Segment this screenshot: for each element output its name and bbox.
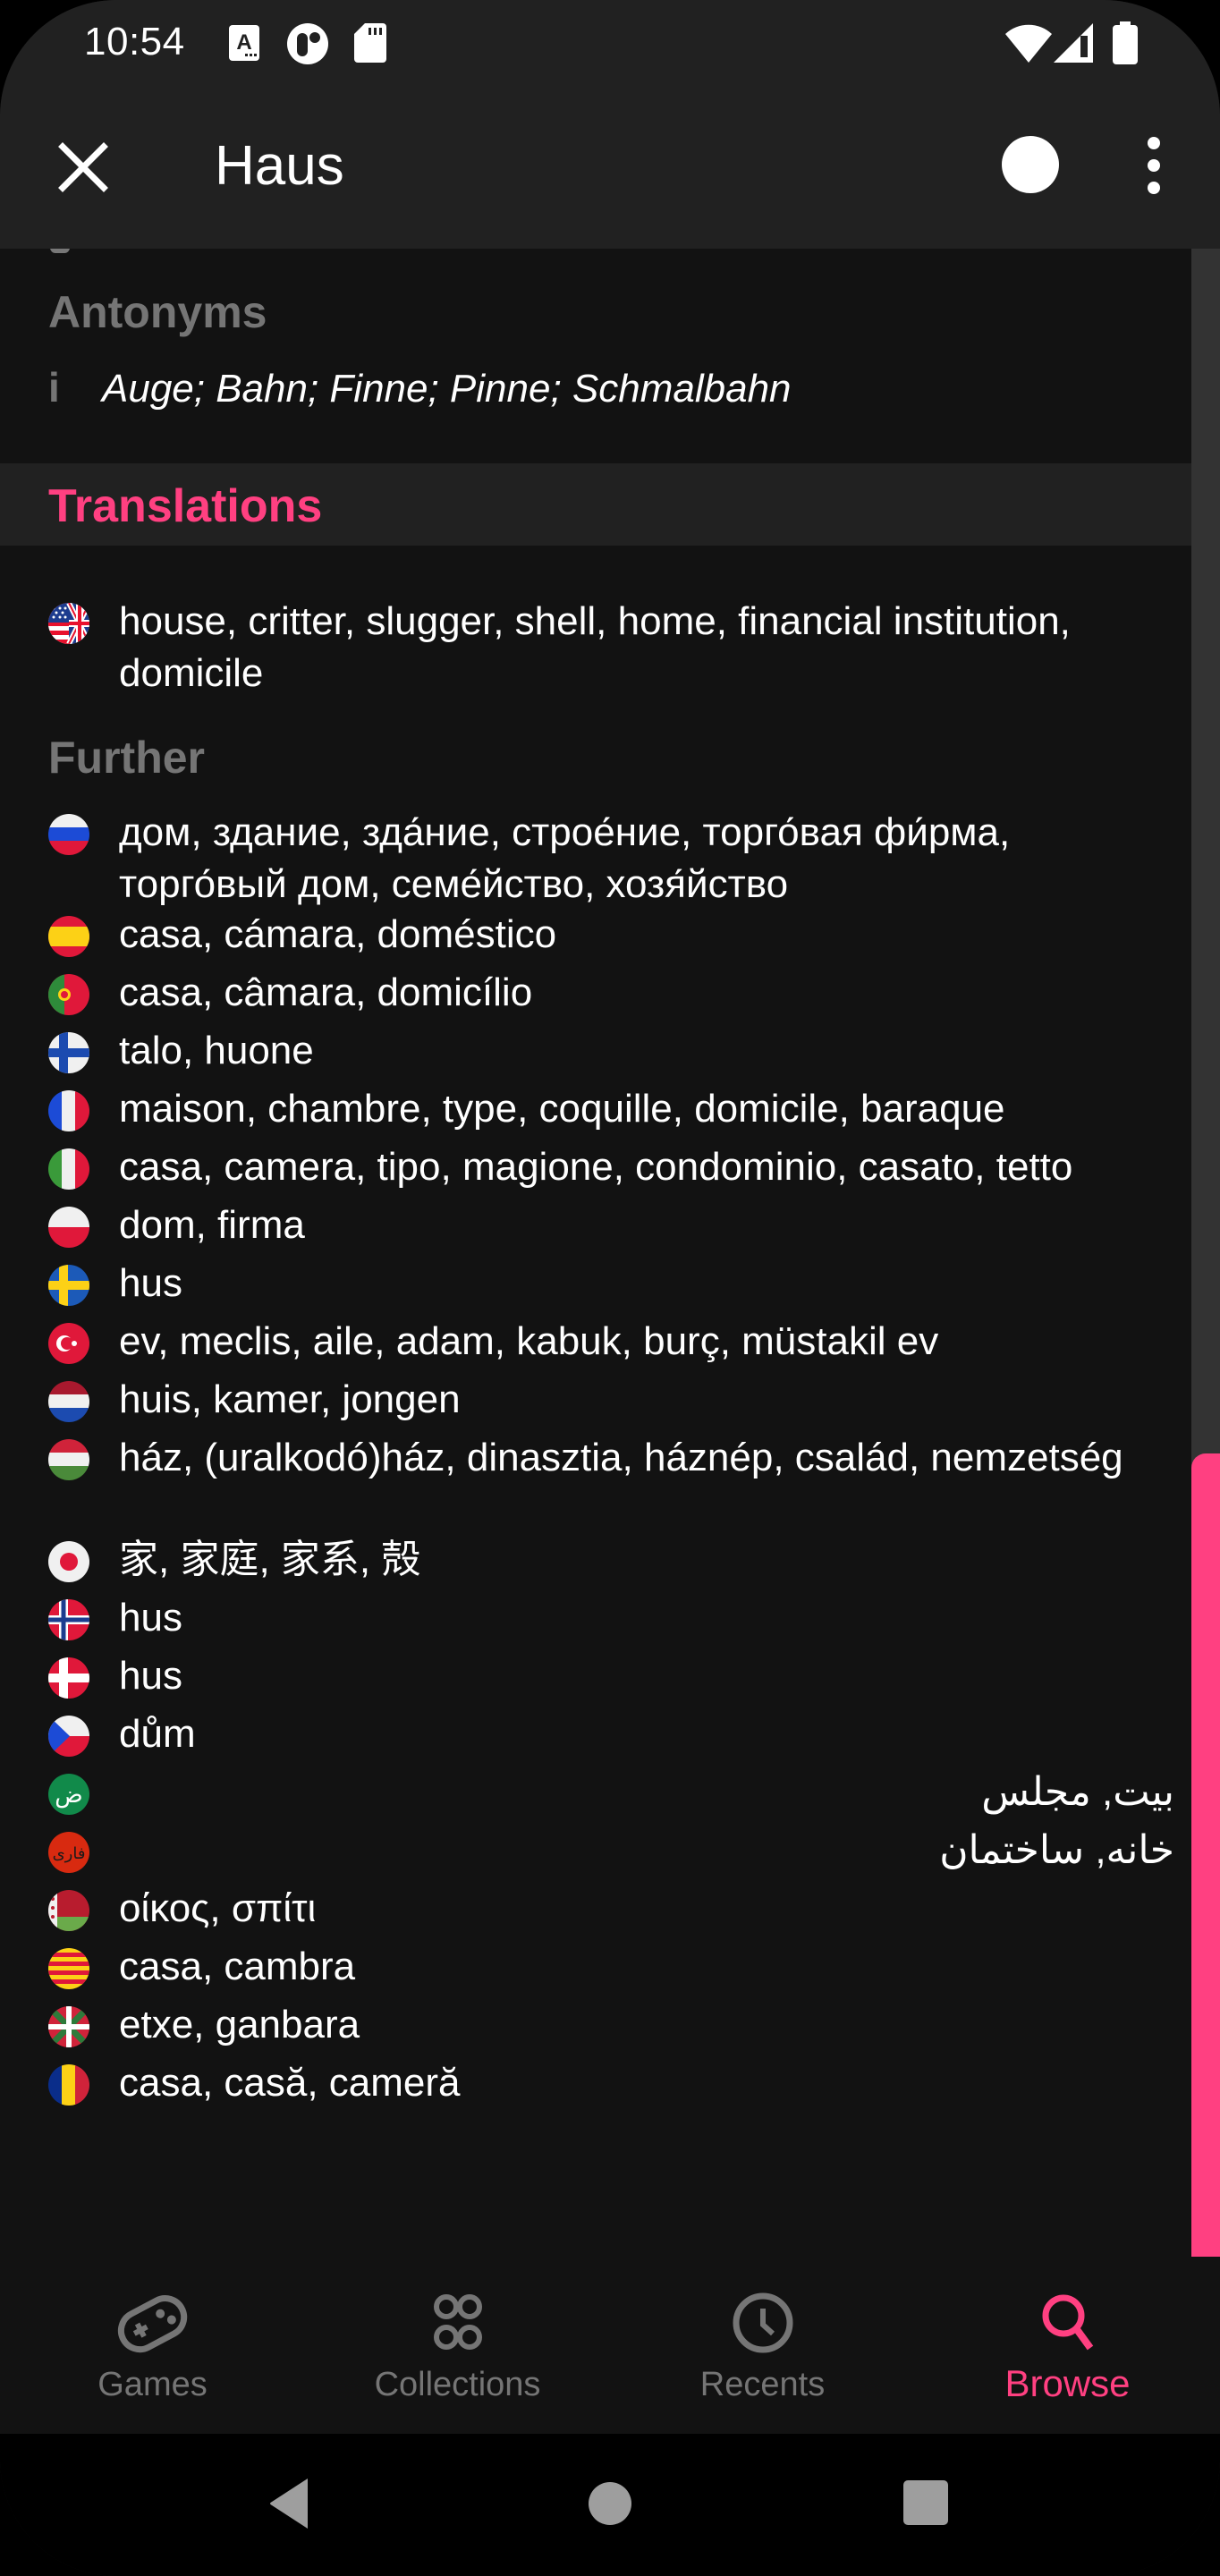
translation-text: casa, câmara, domicílio	[119, 970, 533, 1014]
flag-tr-icon	[48, 1323, 89, 1364]
scrollbar-thumb[interactable]	[1191, 1453, 1220, 2257]
flag-hu-icon	[48, 1439, 89, 1480]
translation-text: hus	[119, 1261, 182, 1305]
bottom-navigation: Games Collections Recents Browse	[0, 2257, 1220, 2434]
search-icon	[1042, 2294, 1093, 2351]
app-bar: Haus	[0, 89, 1220, 249]
flag-jp-icon	[48, 1541, 89, 1582]
translation-text: casa, camera, tipo, magione, condominio,…	[119, 1145, 1073, 1189]
nav-recents[interactable]: Recents	[610, 2257, 915, 2434]
flag-ru-icon	[48, 814, 89, 855]
translation-text: ev, meclis, aile, adam, kabuk, burç, müs…	[119, 1319, 939, 1363]
flag-pl-icon	[48, 1207, 89, 1248]
translations-header: Translations	[0, 463, 1191, 546]
home-icon[interactable]	[583, 2477, 637, 2530]
word-detail-content[interactable]: Antonyms i Auge; Bahn; Finne; Pinne; Schm…	[0, 249, 1191, 2257]
system-navigation	[0, 2434, 1220, 2576]
translation-text: huis, kamer, jongen	[119, 1377, 461, 1421]
flag-ro-icon	[48, 2064, 89, 2106]
flag-es-icon	[48, 916, 89, 957]
status-time: 10:54	[84, 20, 185, 64]
translation-text: etxe, ganbara	[119, 2003, 360, 2046]
translation-text: خانه, ساختمان	[939, 1828, 1174, 1872]
flag-no-icon	[48, 1599, 89, 1640]
flag-se-icon	[48, 1265, 89, 1306]
nav-collections[interactable]: Collections	[305, 2257, 610, 2434]
translation-text: talo, huone	[119, 1029, 314, 1072]
flag-us-gb-icon	[48, 603, 89, 644]
translation-text: بيت, مجلس	[981, 1770, 1174, 1814]
translation-text: casa, cámara, doméstico	[119, 912, 557, 956]
antonym-index: i	[48, 364, 60, 411]
translations-title: Translations	[48, 480, 323, 532]
translation-text: hus	[119, 1654, 182, 1698]
translation-text: 家, 家庭, 家系, 殻	[119, 1538, 421, 1581]
flag-fi-icon	[48, 1032, 89, 1073]
translation-text: dom, firma	[119, 1203, 305, 1247]
flag-pt-icon	[48, 974, 89, 1015]
scrollbar[interactable]	[1191, 249, 1220, 2257]
antonym-row: i Auge; Bahn; Finne; Pinne; Schmalbahn	[48, 363, 792, 411]
sd-card-icon	[354, 23, 386, 63]
circle-icon[interactable]	[1002, 136, 1059, 193]
close-icon[interactable]	[52, 136, 114, 199]
font-a-icon: A	[229, 25, 259, 61]
svg-text:ض: ض	[55, 1782, 82, 1809]
nav-games[interactable]: Games	[0, 2257, 305, 2434]
svg-text:A: A	[236, 30, 251, 55]
nav-recents-label: Recents	[699, 2366, 826, 2403]
translation-text: ház, (uralkodó)ház, dinasztia, háznép, c…	[119, 1436, 1123, 1479]
nav-collections-label: Collections	[374, 2366, 541, 2403]
translation-text: maison, chambre, type, coquille, domicil…	[119, 1087, 1005, 1131]
cell-signal-icon	[1054, 23, 1093, 63]
antonyms-label: Antonyms	[48, 287, 267, 337]
phone-screen: 10:54 A Haus Antonyms i Auge; Bahn; Finn…	[0, 0, 1220, 2576]
collections-icon	[433, 2294, 482, 2350]
clock-icon	[733, 2292, 792, 2353]
flag-gr-icon	[48, 1890, 89, 1931]
translation-text: hus	[119, 1596, 182, 1640]
recents-icon[interactable]	[900, 2477, 953, 2530]
wifi-icon	[1005, 24, 1052, 63]
svg-text:فاری: فاری	[53, 1844, 86, 1863]
flag-cz-icon	[48, 1716, 89, 1757]
nav-browse[interactable]: Browse	[915, 2257, 1220, 2434]
flag-fr-icon	[48, 1090, 89, 1131]
more-vert-icon[interactable]	[1136, 134, 1172, 197]
translation-text: дом, здание, зда́ние, строе́ние, торго́в…	[119, 810, 1011, 906]
previous-item-marker	[50, 249, 70, 253]
battery-icon	[1113, 21, 1138, 64]
app-notification-icon	[287, 23, 328, 64]
flag-it-icon	[48, 1148, 89, 1190]
flag-eu-icon	[48, 2006, 89, 2047]
flag-dk-icon	[48, 1657, 89, 1699]
nav-browse-label: Browse	[1004, 2362, 1131, 2404]
back-icon[interactable]	[265, 2477, 318, 2530]
flag-fa-icon: فاری	[48, 1832, 89, 1873]
gamepad-icon	[117, 2295, 187, 2353]
status-bar: 10:54 A	[0, 0, 1220, 89]
flag-ar-icon: ض	[48, 1774, 89, 1815]
further-label: Further	[48, 733, 205, 783]
translation-text: dům	[119, 1712, 196, 1756]
antonym-text: Auge; Bahn; Finne; Pinne; Schmalbahn	[102, 367, 792, 411]
translation-text: casa, casă, cameră	[119, 2061, 461, 2105]
translation-text: casa, cambra	[119, 1945, 356, 1988]
nav-games-label: Games	[97, 2366, 208, 2403]
flag-nl-icon	[48, 1381, 89, 1422]
page-title: Haus	[215, 135, 344, 197]
translation-text: house, critter, slugger, shell, home, fi…	[119, 599, 1071, 695]
flag-ca-icon	[48, 1948, 89, 1989]
translation-text: οίκος, σπίτι	[119, 1886, 317, 1930]
